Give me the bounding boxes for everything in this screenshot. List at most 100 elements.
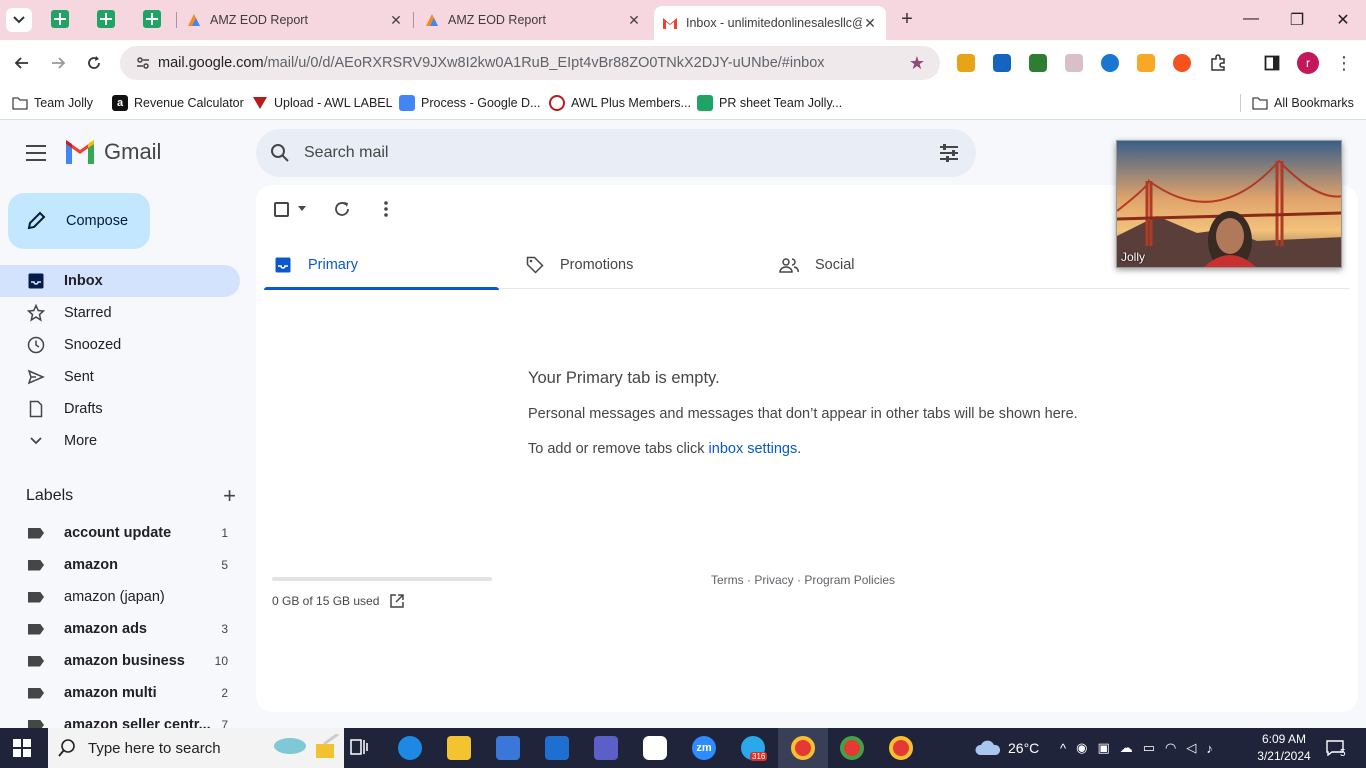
tab-promotions[interactable]: Promotions <box>516 241 751 289</box>
close-window-icon[interactable]: ✕ <box>1333 10 1353 30</box>
chrome-menu-icon[interactable]: ⋮ <box>1333 52 1355 74</box>
bookmark-upload-awl-label[interactable]: Upload - AWL LABEL <box>252 93 393 113</box>
record-icon[interactable]: ◉ <box>1076 740 1087 756</box>
chevron-up-icon[interactable]: ^ <box>1060 741 1066 756</box>
nav-label: Sent <box>64 369 94 385</box>
google-docs-icon <box>399 95 415 111</box>
compose-button[interactable]: Compose <box>8 193 150 249</box>
speaker-icon[interactable]: ◁ <box>1186 740 1196 756</box>
minimize-icon[interactable]: — <box>1241 10 1261 28</box>
label-item[interactable]: account update 1 <box>0 517 240 549</box>
slack-icon[interactable] <box>643 736 667 760</box>
label-item[interactable]: amazon 5 <box>0 549 240 581</box>
extensions-puzzle-icon[interactable] <box>1207 52 1229 74</box>
windows-start-icon[interactable] <box>13 739 31 757</box>
extension-icon[interactable] <box>1101 54 1119 72</box>
onedrive-icon[interactable]: ☁ <box>1120 740 1133 756</box>
close-icon[interactable]: ✕ <box>862 15 878 32</box>
reload-icon[interactable] <box>83 52 105 74</box>
forward-icon[interactable] <box>47 52 69 74</box>
nav-item-snoozed[interactable]: Snoozed <box>0 329 240 361</box>
bookmark-star-icon[interactable]: ★ <box>902 53 932 74</box>
tab-search-button[interactable] <box>6 8 32 32</box>
bookmarks-bar: Team Jolly a Revenue Calculator Upload -… <box>0 86 1366 120</box>
extension-icon[interactable] <box>1065 54 1083 72</box>
close-icon[interactable]: ✕ <box>626 12 642 29</box>
more-options-icon[interactable] <box>376 199 396 219</box>
microsoft-store-icon[interactable] <box>496 736 520 760</box>
label-item[interactable]: amazon (japan) <box>0 581 240 613</box>
browser-tab-amz-eod-1[interactable]: AMZ EOD Report ✕ <box>186 0 404 40</box>
extension-icon[interactable] <box>1137 54 1155 72</box>
notification-center[interactable]: 5 <box>1326 728 1346 768</box>
nav-item-more[interactable]: More <box>0 425 240 457</box>
refresh-icon[interactable] <box>332 199 352 219</box>
extension-icon[interactable] <box>1029 54 1047 72</box>
address-bar[interactable]: mail.google.com/mail/u/0/d/AEoRXRSRV9JXw… <box>120 46 940 80</box>
add-label-icon[interactable]: + <box>223 483 236 509</box>
chrome-icon[interactable] <box>791 736 815 760</box>
tab-social[interactable]: Social <box>769 241 1004 289</box>
label-item[interactable]: amazon seller centr... 7 <box>0 709 240 728</box>
bookmark-process-google-doc[interactable]: Process - Google D... <box>399 93 541 113</box>
edge-icon[interactable] <box>398 736 422 760</box>
mail-icon[interactable] <box>545 736 569 760</box>
extension-icon[interactable] <box>957 54 975 72</box>
program-policies-link[interactable]: Program Policies <box>804 573 895 587</box>
file-explorer-icon[interactable] <box>447 736 471 760</box>
search-input[interactable]: Search mail <box>304 144 938 162</box>
browser-tab-gmail-inbox[interactable]: Inbox - unlimitedonlinesalesllc@gmail.co… <box>654 6 886 40</box>
weather-widget[interactable]: 26°C <box>974 728 1039 768</box>
bookmark-revenue-calculator[interactable]: a Revenue Calculator <box>112 93 244 113</box>
nav-item-sent[interactable]: Sent <box>0 361 240 393</box>
label-item[interactable]: amazon ads 3 <box>0 613 240 645</box>
profile-avatar[interactable]: r <box>1297 52 1319 74</box>
search-options-icon[interactable] <box>938 143 960 163</box>
bookmark-team-jolly[interactable]: Team Jolly <box>12 93 93 113</box>
nav-item-drafts[interactable]: Drafts <box>0 393 240 425</box>
search-icon[interactable] <box>270 143 290 163</box>
star-icon <box>27 304 45 322</box>
external-link-icon[interactable] <box>389 593 405 609</box>
video-call-overlay[interactable]: Jolly <box>1116 140 1342 268</box>
pinned-sheets-tab-3[interactable] <box>143 10 161 28</box>
chrome-icon[interactable] <box>840 736 864 760</box>
task-view-icon[interactable] <box>349 736 373 760</box>
new-tab-button[interactable]: + <box>896 9 918 31</box>
main-menu-icon[interactable] <box>26 145 46 161</box>
extension-icon[interactable] <box>1173 54 1191 72</box>
close-icon[interactable]: ✕ <box>388 12 404 29</box>
zoom-icon[interactable]: zm <box>692 736 716 760</box>
meet-now-icon[interactable]: ▣ <box>1097 740 1109 756</box>
terms-link[interactable]: Terms <box>711 573 744 587</box>
restore-icon[interactable]: ❐ <box>1287 10 1307 30</box>
browser-tab-amz-eod-2[interactable]: AMZ EOD Report ✕ <box>424 0 642 40</box>
bookmark-awl-plus-members[interactable]: AWL Plus Members... <box>549 93 691 113</box>
nav-item-inbox[interactable]: Inbox <box>0 265 240 297</box>
select-all-checkbox[interactable] <box>274 202 289 217</box>
taskbar-search-box[interactable]: Type here to search <box>48 728 344 768</box>
side-panel-icon[interactable] <box>1261 52 1283 74</box>
nav-item-starred[interactable]: Starred <box>0 297 240 329</box>
bookmark-pr-sheet[interactable]: PR sheet Team Jolly... <box>697 93 842 113</box>
chrome-icon[interactable] <box>889 736 913 760</box>
tab-primary[interactable]: Primary <box>264 241 499 290</box>
label-item[interactable]: amazon multi 2 <box>0 677 240 709</box>
site-info-icon[interactable] <box>128 55 158 71</box>
inbox-settings-link[interactable]: inbox settings <box>709 441 798 457</box>
search-bar[interactable]: Search mail <box>256 129 976 177</box>
battery-icon[interactable]: ▭ <box>1143 740 1155 756</box>
extension-icon[interactable] <box>993 54 1011 72</box>
select-options-caret-icon[interactable] <box>298 206 306 211</box>
pinned-sheets-tab-1[interactable] <box>51 10 69 28</box>
privacy-link[interactable]: Privacy <box>754 573 793 587</box>
wifi-icon[interactable]: ◠ <box>1165 740 1176 756</box>
label-item[interactable]: amazon business 10 <box>0 645 240 677</box>
taskbar-clock[interactable]: 6:09 AM 3/21/2024 <box>1254 731 1314 765</box>
gmail-logo[interactable]: Gmail <box>64 139 161 165</box>
back-icon[interactable] <box>11 52 33 74</box>
all-bookmarks-button[interactable]: All Bookmarks <box>1252 93 1354 113</box>
microphone-icon[interactable]: ♪ <box>1206 741 1213 756</box>
clipchamp-icon[interactable] <box>594 736 618 760</box>
pinned-sheets-tab-2[interactable] <box>97 10 115 28</box>
